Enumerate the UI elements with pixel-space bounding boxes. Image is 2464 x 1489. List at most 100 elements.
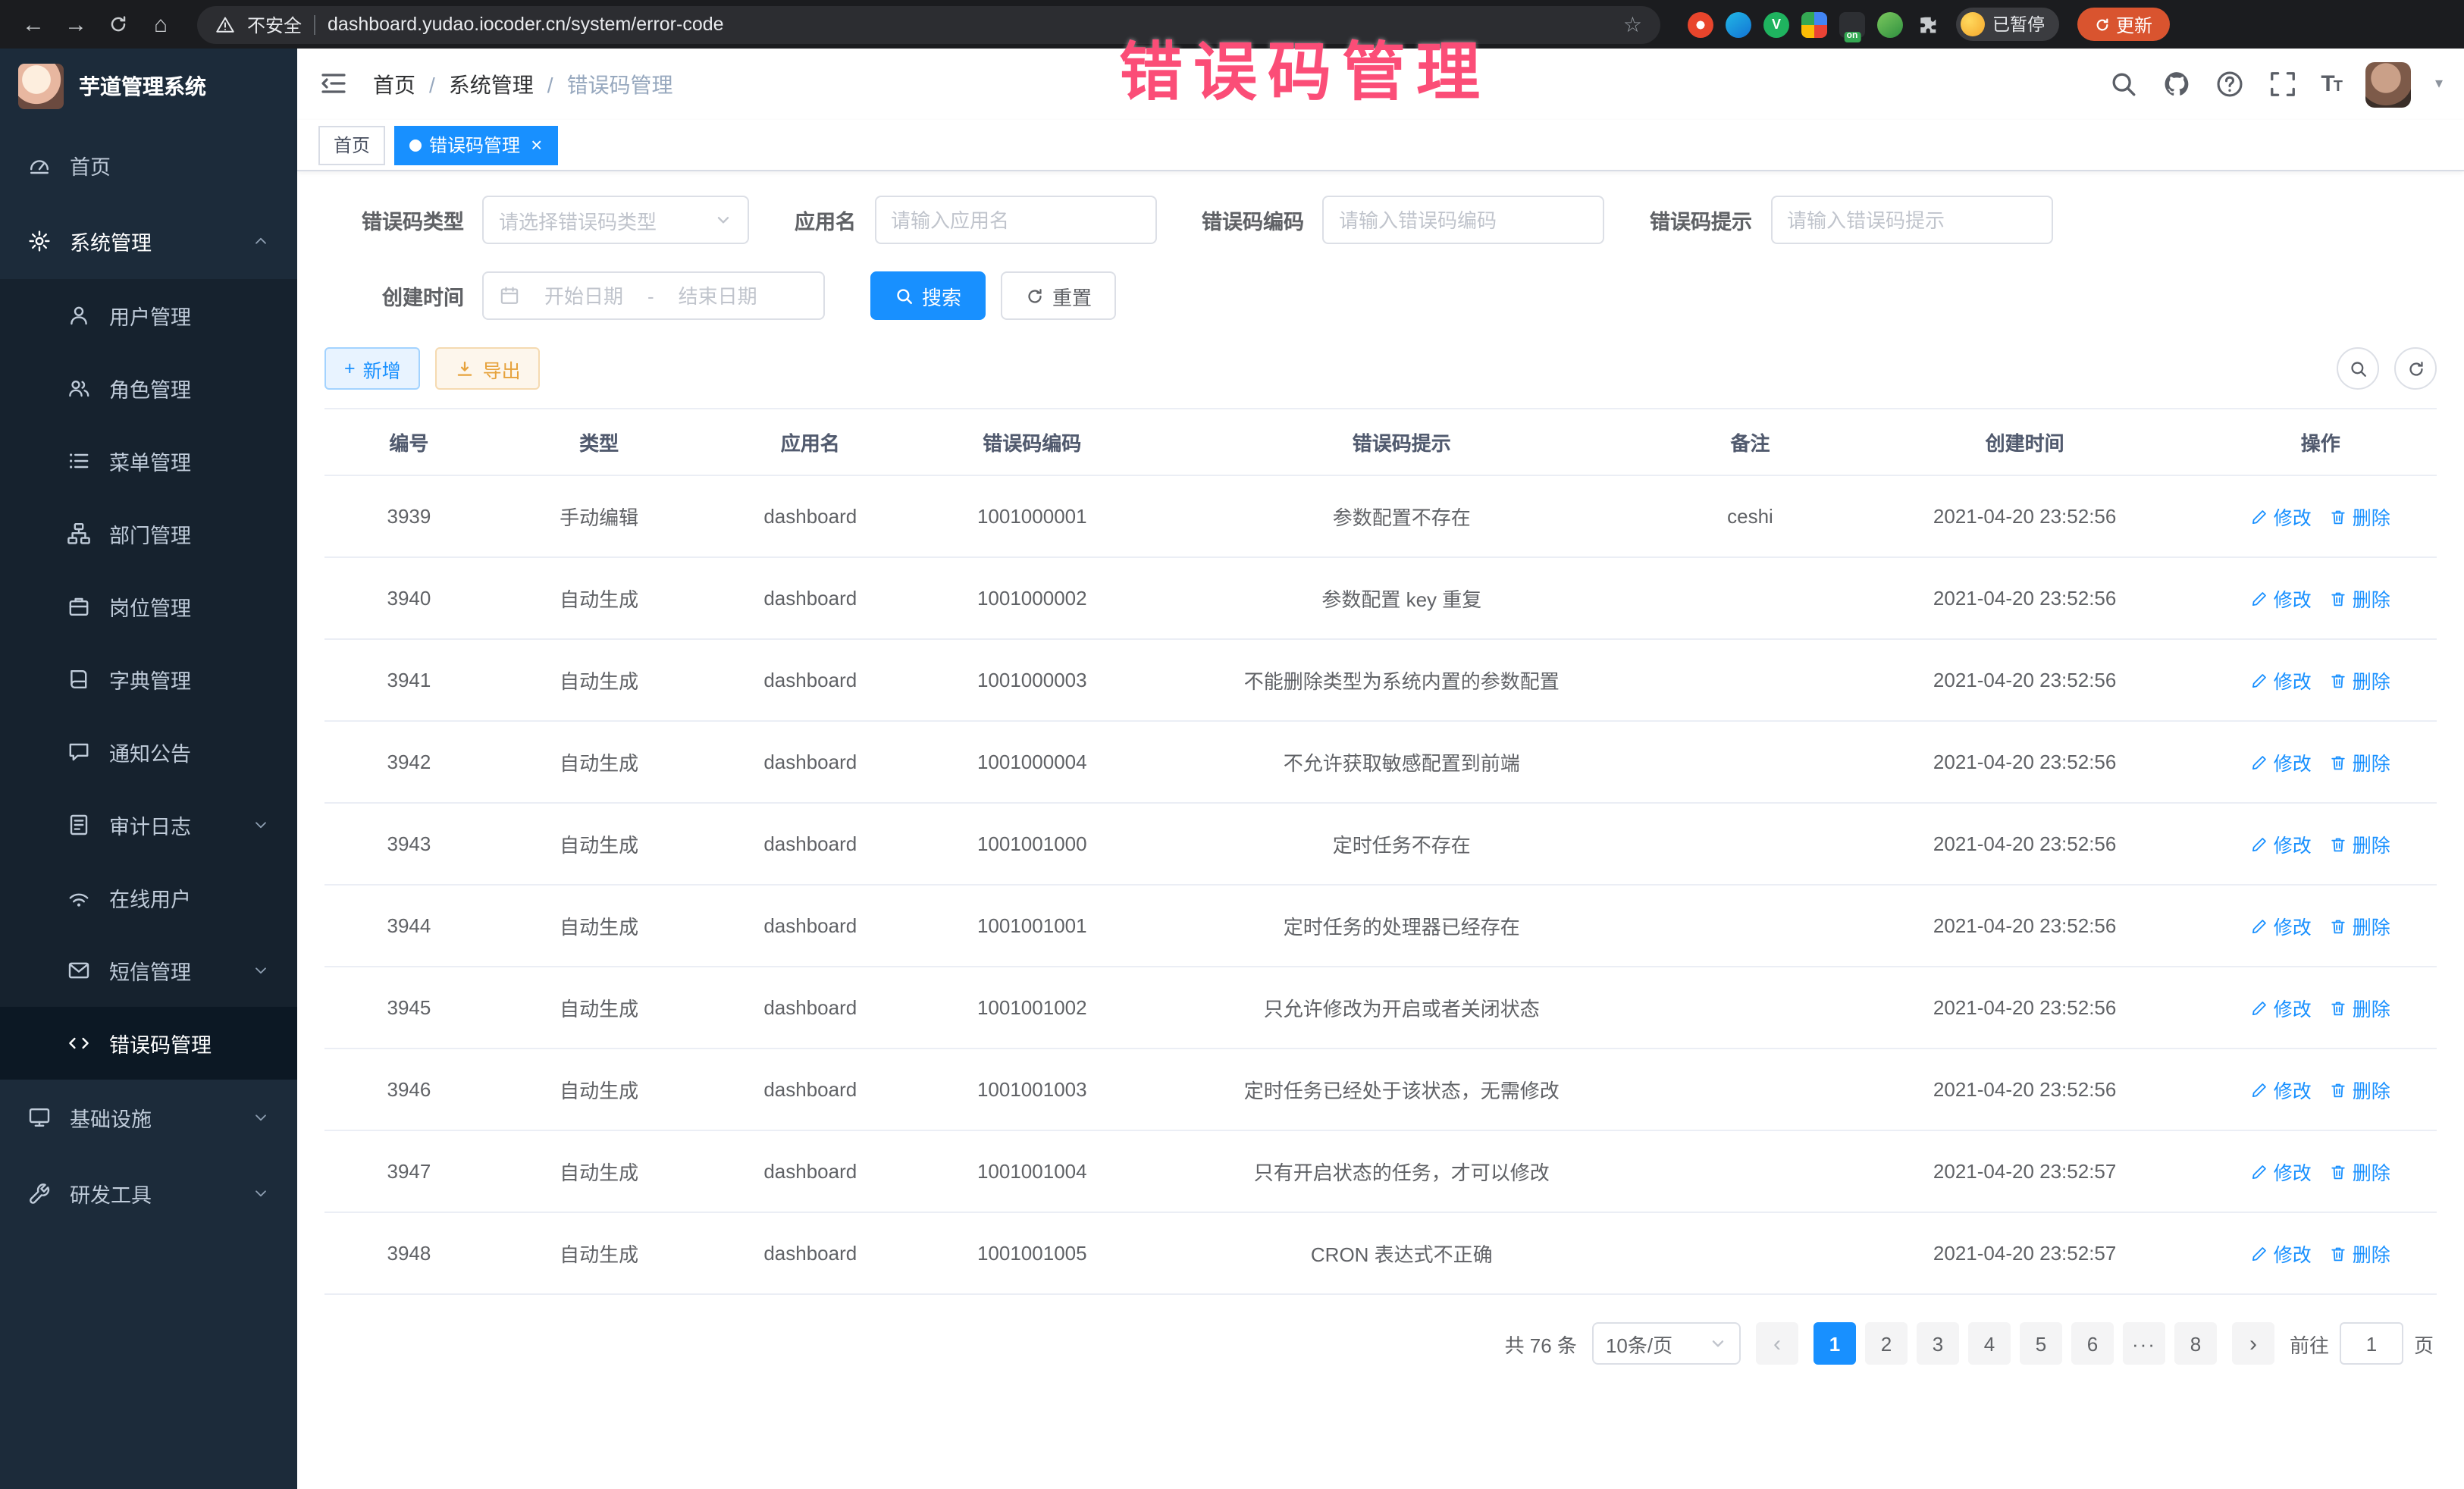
puzzle-extensions-icon[interactable] <box>1915 11 1941 37</box>
sidebar-item[interactable]: 审计日志 <box>0 788 297 861</box>
edit-link[interactable]: 修改 <box>2251 1239 2312 1268</box>
page-size-select[interactable]: 10条/页 <box>1592 1322 1741 1365</box>
font-size-icon[interactable]: TT <box>2321 71 2341 97</box>
sidebar-item[interactable]: 菜单管理 <box>0 425 297 497</box>
delete-link[interactable]: 删除 <box>2330 1239 2390 1268</box>
security-label[interactable]: 不安全 <box>247 11 302 37</box>
reload-button[interactable] <box>100 6 136 42</box>
edit-link[interactable]: 修改 <box>2251 502 2312 531</box>
date-start-input[interactable] <box>529 284 638 307</box>
extension-icon[interactable]: on <box>1839 11 1865 37</box>
github-icon[interactable] <box>2161 70 2190 99</box>
refresh-icon[interactable] <box>2394 347 2437 390</box>
sidebar-item-label: 字典管理 <box>109 664 191 694</box>
edit-link[interactable]: 修改 <box>2251 829 2312 858</box>
prev-page-button[interactable]: ‹ <box>1756 1322 1798 1365</box>
edit-link[interactable]: 修改 <box>2251 748 2312 776</box>
edit-link[interactable]: 修改 <box>2251 911 2312 940</box>
sidebar-item[interactable]: 岗位管理 <box>0 570 297 643</box>
page-number-button[interactable]: 6 <box>2071 1322 2114 1365</box>
chevron-down-icon[interactable]: ▾ <box>2435 76 2443 92</box>
app-name-input[interactable] <box>891 208 1140 231</box>
sidebar-item[interactable]: 错误码管理 <box>0 1007 297 1080</box>
delete-link[interactable]: 删除 <box>2330 584 2390 613</box>
extension-icon[interactable]: V <box>1763 11 1789 37</box>
extension-icon[interactable] <box>1726 11 1751 37</box>
export-button[interactable]: 导出 <box>436 347 541 390</box>
chevron-down-icon <box>252 961 270 980</box>
fullscreen-icon[interactable] <box>2268 70 2296 99</box>
pencil-icon <box>2251 507 2269 525</box>
error-code-input[interactable] <box>1339 208 1588 231</box>
page-number-button[interactable]: 5 <box>2020 1322 2062 1365</box>
date-range-picker[interactable]: - <box>482 271 825 320</box>
add-button[interactable]: + 新增 <box>324 347 421 390</box>
delete-link[interactable]: 删除 <box>2330 748 2390 776</box>
cell-actions: 修改删除 <box>2204 967 2437 1049</box>
search-icon[interactable] <box>2108 70 2137 99</box>
trash-icon <box>2330 917 2348 935</box>
sidebar-item[interactable]: 用户管理 <box>0 279 297 352</box>
sidebar-item[interactable]: 在线用户 <box>0 861 297 934</box>
page-number-button[interactable]: 2 <box>1865 1322 1908 1365</box>
paused-label: 已暂停 <box>1992 12 2045 36</box>
error-msg-input[interactable] <box>1787 208 2036 231</box>
page-number-button[interactable]: 4 <box>1968 1322 2011 1365</box>
more-pages-button[interactable]: ··· <box>2123 1322 2165 1365</box>
main-panel: 首页 / 系统管理 / 错误码管理 <box>297 49 2464 1489</box>
sidebar-item[interactable]: 部门管理 <box>0 497 297 570</box>
edit-link[interactable]: 修改 <box>2251 1157 2312 1186</box>
sidebar-item[interactable]: 首页 <box>0 127 297 203</box>
bookmark-star-icon[interactable]: ☆ <box>1623 11 1642 37</box>
sidebar-item[interactable]: 短信管理 <box>0 934 297 1007</box>
delete-link[interactable]: 删除 <box>2330 993 2390 1022</box>
sidebar-item[interactable]: 基础设施 <box>0 1080 297 1155</box>
forward-button[interactable]: → <box>58 6 94 42</box>
user-avatar[interactable] <box>2365 61 2411 107</box>
tab-error-code[interactable]: 错误码管理 × <box>394 125 557 165</box>
extension-icon[interactable] <box>1801 11 1827 37</box>
search-button[interactable]: 搜索 <box>870 271 986 320</box>
edit-link[interactable]: 修改 <box>2251 584 2312 613</box>
app-logo[interactable]: 芋道管理系统 <box>0 49 297 124</box>
tab-home[interactable]: 首页 <box>318 125 385 165</box>
collapse-sidebar-icon[interactable] <box>318 67 352 101</box>
sidebar-item-label: 研发工具 <box>70 1178 152 1208</box>
goto-suffix: 页 <box>2414 1329 2434 1358</box>
reset-button[interactable]: 重置 <box>1001 271 1116 320</box>
breadcrumb-system[interactable]: 系统管理 <box>449 69 534 99</box>
breadcrumb-home[interactable]: 首页 <box>373 69 415 99</box>
extension-icon[interactable] <box>1688 11 1713 37</box>
browser-update-button[interactable]: 更新 <box>2077 8 2169 41</box>
page-number-button[interactable]: 1 <box>1814 1322 1856 1365</box>
cell-id: 3947 <box>324 1130 494 1212</box>
cell-type: 自动生成 <box>494 1049 705 1130</box>
profile-paused-badge[interactable]: 已暂停 <box>1956 8 2058 41</box>
sidebar-item[interactable]: 系统管理 <box>0 203 297 279</box>
sidebar-item[interactable]: 字典管理 <box>0 643 297 716</box>
goto-page-input[interactable] <box>2340 1322 2403 1365</box>
error-type-select[interactable]: 请选择错误码类型 <box>482 196 749 244</box>
date-end-input[interactable] <box>663 284 773 307</box>
delete-link[interactable]: 删除 <box>2330 911 2390 940</box>
back-button[interactable]: ← <box>15 6 52 42</box>
next-page-button[interactable]: › <box>2232 1322 2274 1365</box>
delete-link[interactable]: 删除 <box>2330 829 2390 858</box>
edit-link[interactable]: 修改 <box>2251 1075 2312 1104</box>
help-icon[interactable] <box>2215 70 2243 99</box>
sidebar-item[interactable]: 通知公告 <box>0 716 297 788</box>
sidebar-item[interactable]: 研发工具 <box>0 1155 297 1231</box>
edit-link[interactable]: 修改 <box>2251 993 2312 1022</box>
page-number-button[interactable]: 8 <box>2174 1322 2217 1365</box>
home-button[interactable]: ⌂ <box>143 6 179 42</box>
delete-link[interactable]: 删除 <box>2330 1157 2390 1186</box>
delete-link[interactable]: 删除 <box>2330 1075 2390 1104</box>
edit-link[interactable]: 修改 <box>2251 666 2312 694</box>
page-number-button[interactable]: 3 <box>1917 1322 1959 1365</box>
delete-link[interactable]: 删除 <box>2330 666 2390 694</box>
close-tab-icon[interactable]: × <box>531 135 542 155</box>
delete-link[interactable]: 删除 <box>2330 502 2390 531</box>
sidebar-item[interactable]: 角色管理 <box>0 352 297 425</box>
extension-icon[interactable] <box>1877 11 1903 37</box>
toggle-search-icon[interactable] <box>2337 347 2379 390</box>
